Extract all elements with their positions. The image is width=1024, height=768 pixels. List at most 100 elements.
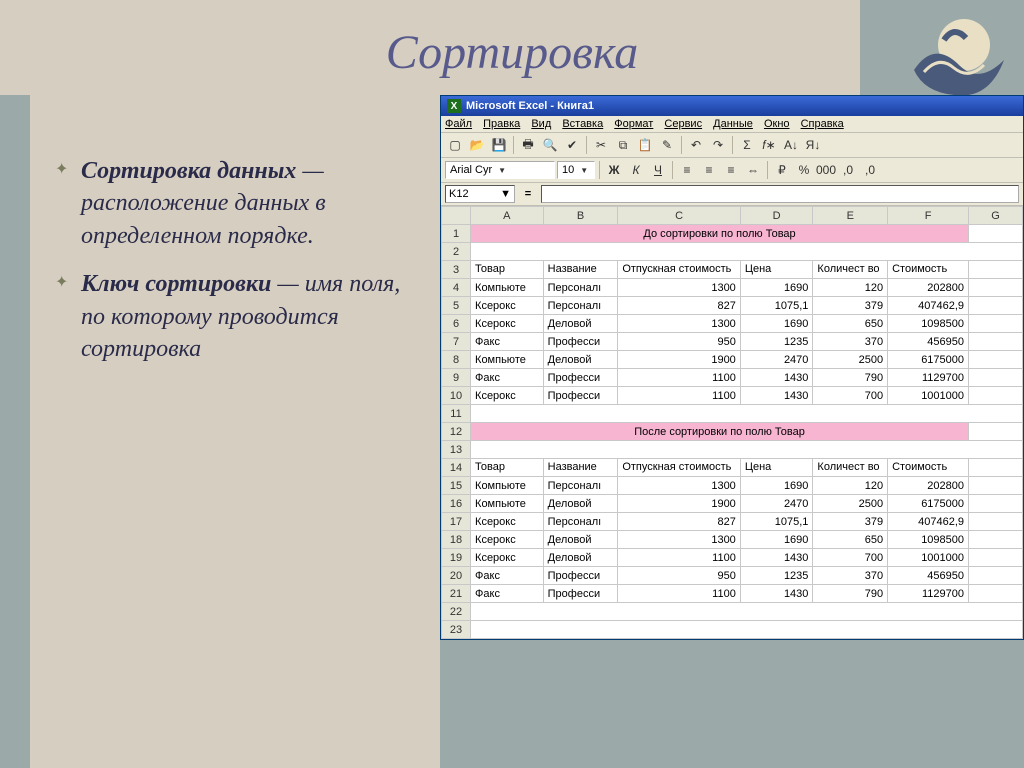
bullet-2: Ключ сортировки — имя поля, по которому … xyxy=(55,268,425,365)
menu-tools[interactable]: Сервис xyxy=(664,118,702,130)
bold-icon[interactable]: Ж xyxy=(604,160,624,180)
table-row: 20ФаксПрофесси9501235370456950 xyxy=(442,567,1023,585)
currency-icon[interactable]: ₽ xyxy=(772,160,792,180)
redo-icon[interactable]: ↷ xyxy=(708,135,728,155)
col-F[interactable]: F xyxy=(888,207,969,225)
print-icon[interactable]: 🖶 xyxy=(518,135,538,155)
section-header-before: 1 До сортировки по полю Товар xyxy=(442,225,1023,243)
align-center-icon[interactable]: ≡ xyxy=(699,160,719,180)
menu-window[interactable]: Окно xyxy=(764,118,790,130)
slide-body: Сортировка данных — расположение данных … xyxy=(55,155,425,381)
chevron-down-icon: ▼ xyxy=(580,166,588,175)
table-row: 9ФаксПрофесси110014307901129700 xyxy=(442,369,1023,387)
formula-input[interactable] xyxy=(541,185,1019,203)
col-D[interactable]: D xyxy=(740,207,813,225)
copy-icon[interactable]: ⧉ xyxy=(613,135,633,155)
chevron-down-icon: ▼ xyxy=(500,188,511,200)
table-row: 19КсероксДеловой110014307001001000 xyxy=(442,549,1023,567)
table-row: 8КомпьютеДеловой1900247025006175000 xyxy=(442,351,1023,369)
col-G[interactable]: G xyxy=(969,207,1023,225)
italic-icon[interactable]: К xyxy=(626,160,646,180)
save-icon[interactable]: 💾 xyxy=(489,135,509,155)
font-size-value: 10 xyxy=(562,164,574,176)
font-name-select[interactable]: Arial Cyr ▼ xyxy=(445,161,555,179)
comma-icon[interactable]: 000 xyxy=(816,160,836,180)
row-header[interactable]: 6 xyxy=(442,315,471,333)
before-title[interactable]: До сортировки по полю Товар xyxy=(471,225,969,243)
row-header[interactable]: 10 xyxy=(442,387,471,405)
font-size-select[interactable]: 10 ▼ xyxy=(557,161,595,179)
menu-file[interactable]: Файл xyxy=(445,118,472,130)
table-header-after: 14 Товар Название Отпускная стоимость Це… xyxy=(442,459,1023,477)
autosum-icon[interactable]: Σ xyxy=(737,135,757,155)
section-header-after: 12 После сортировки по полю Товар xyxy=(442,423,1023,441)
bullet-1-term: Сортировка данных xyxy=(81,158,296,184)
menu-insert[interactable]: Вставка xyxy=(562,118,603,130)
format-painter-icon[interactable]: ✎ xyxy=(657,135,677,155)
formatting-toolbar: Arial Cyr ▼ 10 ▼ Ж К Ч ≡ ≡ ≡ ⇔ ₽ % 000 ,… xyxy=(441,158,1023,183)
inc-decimal-icon[interactable]: ,0 xyxy=(838,160,858,180)
row-header[interactable]: 4 xyxy=(442,279,471,297)
chevron-down-icon: ▼ xyxy=(498,166,506,175)
col-C[interactable]: C xyxy=(618,207,740,225)
menu-bar: Файл Правка Вид Вставка Формат Сервис Да… xyxy=(441,116,1023,133)
menu-edit[interactable]: Правка xyxy=(483,118,520,130)
spell-icon[interactable]: ✔ xyxy=(562,135,582,155)
formula-equals[interactable]: = xyxy=(519,188,537,200)
row-header[interactable]: 9 xyxy=(442,369,471,387)
cut-icon[interactable]: ✂ xyxy=(591,135,611,155)
align-left-icon[interactable]: ≡ xyxy=(677,160,697,180)
merge-icon[interactable]: ⇔ xyxy=(743,160,763,180)
bullet-2-term: Ключ сортировки xyxy=(81,271,271,297)
column-headers: A B C D E F G xyxy=(442,207,1023,225)
select-all-cell[interactable] xyxy=(442,207,471,225)
window-titlebar[interactable]: X Microsoft Excel - Книга1 xyxy=(441,96,1023,116)
col-A[interactable]: A xyxy=(471,207,544,225)
percent-icon[interactable]: % xyxy=(794,160,814,180)
row-header[interactable]: 18 xyxy=(442,531,471,549)
undo-icon[interactable]: ↶ xyxy=(686,135,706,155)
excel-app-icon: X xyxy=(447,99,461,113)
underline-icon[interactable]: Ч xyxy=(648,160,668,180)
slide-title: Сортировка xyxy=(0,25,1024,80)
align-right-icon[interactable]: ≡ xyxy=(721,160,741,180)
row-header[interactable]: 7 xyxy=(442,333,471,351)
row-header[interactable]: 20 xyxy=(442,567,471,585)
sort-asc-icon[interactable]: А↓ xyxy=(781,135,801,155)
table-row: 10КсероксПрофесси110014307001001000 xyxy=(442,387,1023,405)
bullet-1: Сортировка данных — расположение данных … xyxy=(55,155,425,252)
table-header-before: 3 Товар Название Отпускная стоимость Цен… xyxy=(442,261,1023,279)
dec-decimal-icon[interactable]: ,0 xyxy=(860,160,880,180)
menu-format[interactable]: Формат xyxy=(614,118,653,130)
spreadsheet-grid[interactable]: A B C D E F G 1 До сортировки по полю То… xyxy=(441,206,1023,639)
open-icon[interactable]: 📂 xyxy=(467,135,487,155)
table-row: 16КомпьютеДеловой1900247025006175000 xyxy=(442,495,1023,513)
new-icon[interactable]: ▢ xyxy=(445,135,465,155)
menu-data[interactable]: Данные xyxy=(713,118,753,130)
row-header[interactable]: 19 xyxy=(442,549,471,567)
table-row: 21ФаксПрофесси110014307901129700 xyxy=(442,585,1023,603)
menu-help[interactable]: Справка xyxy=(801,118,844,130)
row-header[interactable]: 5 xyxy=(442,297,471,315)
preview-icon[interactable]: 🔍 xyxy=(540,135,560,155)
row-header[interactable]: 15 xyxy=(442,477,471,495)
name-box[interactable]: K12 ▼ xyxy=(445,185,515,203)
table-row: 15КомпьютеПерсоналı13001690120202800 xyxy=(442,477,1023,495)
paste-icon[interactable]: 📋 xyxy=(635,135,655,155)
table-row: 18КсероксДеловой130016906501098500 xyxy=(442,531,1023,549)
col-B[interactable]: B xyxy=(543,207,618,225)
sort-desc-icon[interactable]: Я↓ xyxy=(803,135,823,155)
col-E[interactable]: E xyxy=(813,207,888,225)
name-box-value: K12 xyxy=(449,188,469,200)
after-title[interactable]: После сортировки по полю Товар xyxy=(471,423,969,441)
row-header[interactable]: 8 xyxy=(442,351,471,369)
menu-view[interactable]: Вид xyxy=(531,118,551,130)
row-header[interactable]: 16 xyxy=(442,495,471,513)
window-title: Microsoft Excel - Книга1 xyxy=(466,100,594,112)
table-row: 5КсероксПерсоналı8271075,1379407462,9 xyxy=(442,297,1023,315)
row-header[interactable]: 21 xyxy=(442,585,471,603)
table-row: 7ФаксПрофесси9501235370456950 xyxy=(442,333,1023,351)
row-header[interactable]: 17 xyxy=(442,513,471,531)
function-icon[interactable]: f∗ xyxy=(759,135,779,155)
font-name-value: Arial Cyr xyxy=(450,164,492,176)
